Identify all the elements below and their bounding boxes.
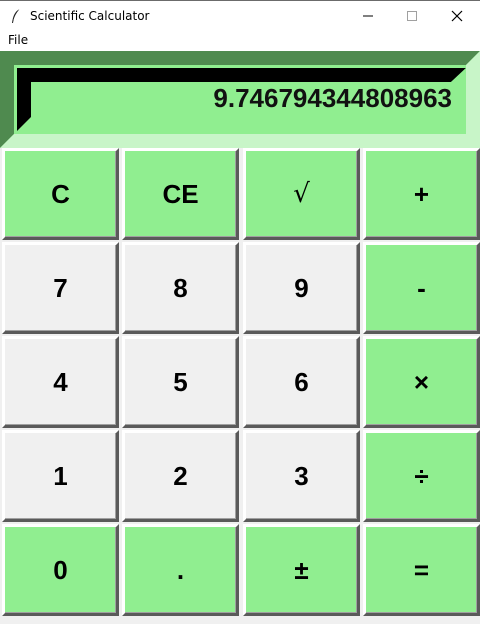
negate-button[interactable]: ± xyxy=(243,524,360,616)
digit-3-button[interactable]: 3 xyxy=(243,430,360,522)
equals-button[interactable]: = xyxy=(363,524,480,616)
digit-0-button[interactable]: 0 xyxy=(2,524,119,616)
decimal-button[interactable]: . xyxy=(122,524,239,616)
multiply-button[interactable]: × xyxy=(363,336,480,428)
clear-button[interactable]: C xyxy=(2,148,119,240)
maximize-button[interactable] xyxy=(389,1,435,31)
subtract-button[interactable]: - xyxy=(363,242,480,334)
clear-entry-button[interactable]: CE xyxy=(122,148,239,240)
window-title: Scientific Calculator xyxy=(30,9,150,23)
digit-1-button[interactable]: 1 xyxy=(2,430,119,522)
title-bar[interactable]: Scientific Calculator xyxy=(0,0,480,31)
keypad: C CE √ + 7 8 9 - 4 5 6 × 1 2 3 ÷ 0 . ± = xyxy=(0,148,480,624)
digit-7-button[interactable]: 7 xyxy=(2,242,119,334)
digit-5-button[interactable]: 5 xyxy=(122,336,239,428)
sqrt-button[interactable]: √ xyxy=(243,148,360,240)
minimize-button[interactable] xyxy=(345,1,391,31)
digit-2-button[interactable]: 2 xyxy=(122,430,239,522)
digit-8-button[interactable]: 8 xyxy=(122,242,239,334)
divide-button[interactable]: ÷ xyxy=(363,430,480,522)
feather-icon xyxy=(12,8,21,23)
close-button[interactable] xyxy=(434,1,480,31)
digit-9-button[interactable]: 9 xyxy=(243,242,360,334)
maximize-icon xyxy=(407,11,417,21)
close-icon xyxy=(451,10,463,22)
menu-file[interactable]: File xyxy=(8,33,28,47)
digit-4-button[interactable]: 4 xyxy=(2,336,119,428)
display-value: 9.746794344808963 xyxy=(213,83,452,113)
digit-6-button[interactable]: 6 xyxy=(243,336,360,428)
minimize-icon xyxy=(363,15,373,17)
add-button[interactable]: + xyxy=(363,148,480,240)
menu-bar: File xyxy=(0,31,480,51)
